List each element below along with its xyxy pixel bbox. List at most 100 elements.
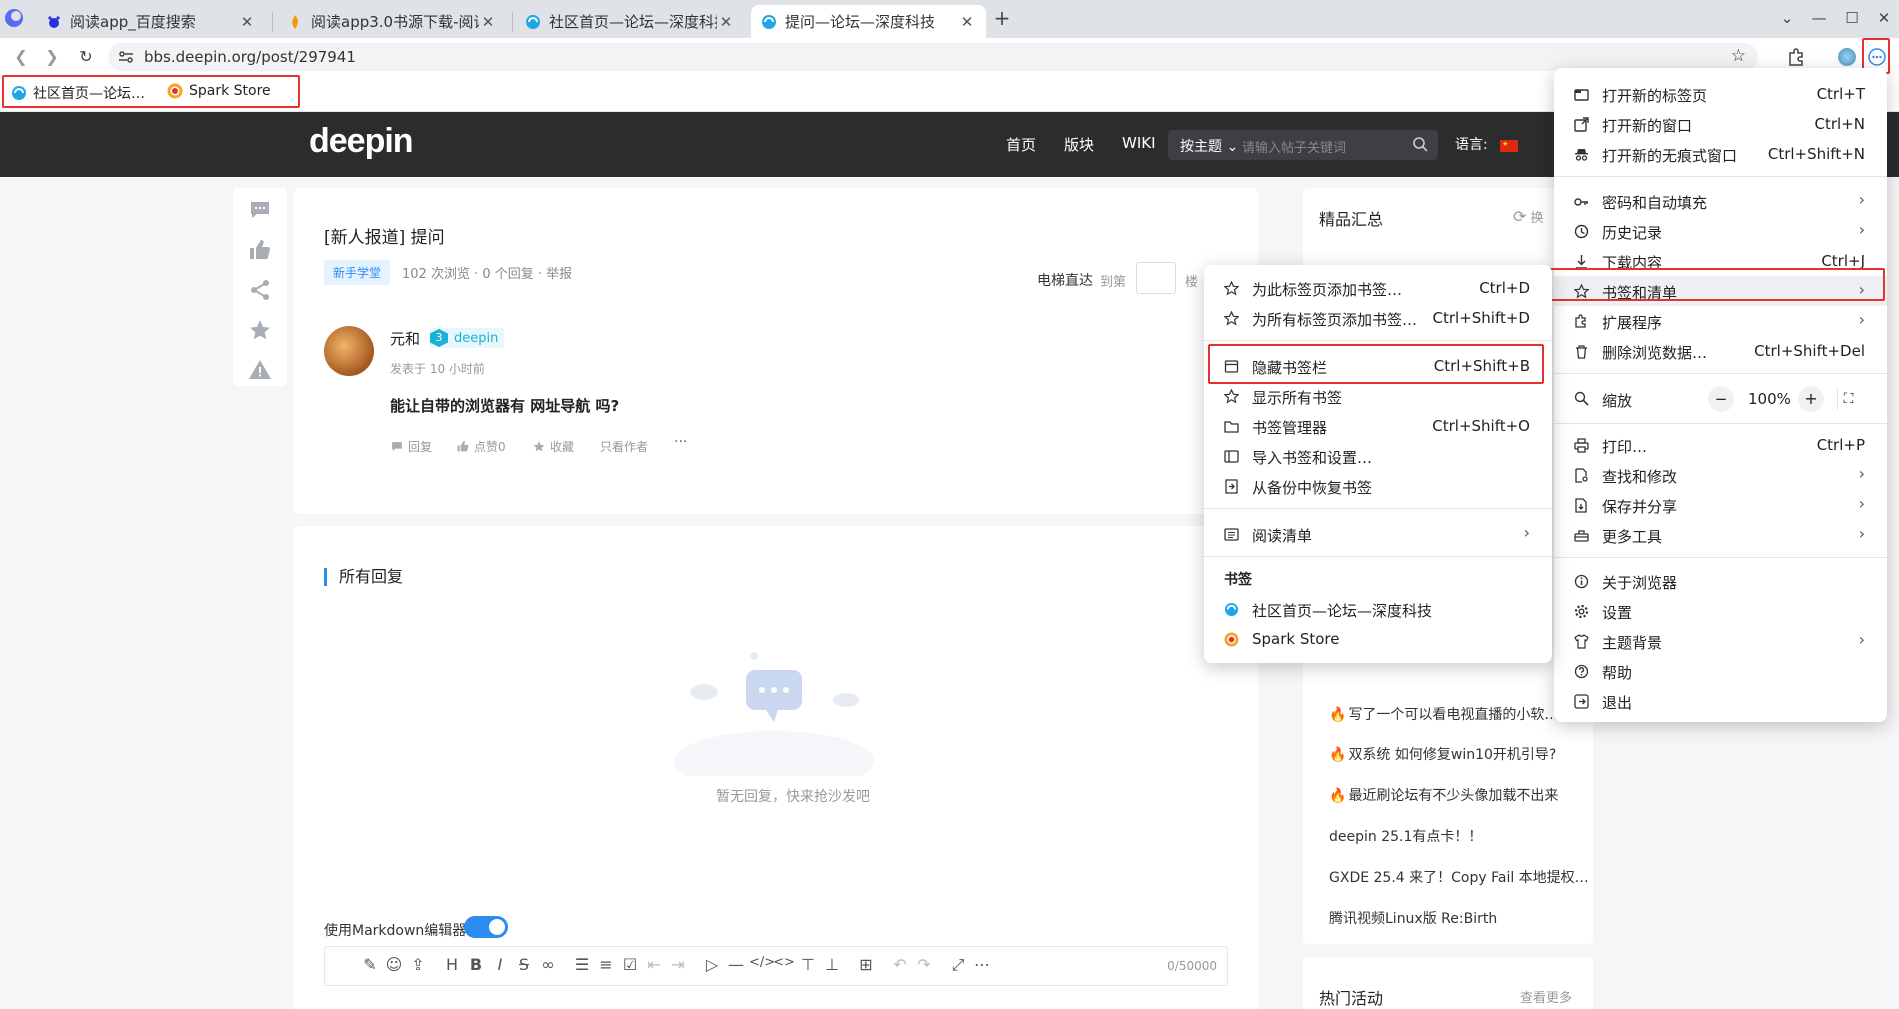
floor-input[interactable]: [1136, 262, 1176, 294]
submenu-item-bookmark-tab[interactable]: 为此标签页添加书签… Ctrl+D: [1204, 273, 1552, 303]
menu-item-save-share[interactable]: 保存并分享 ›: [1554, 490, 1887, 520]
window-close-button[interactable]: ✕: [1874, 8, 1894, 28]
report-warning-icon[interactable]: [248, 358, 272, 382]
menu-item-extensions[interactable]: 扩展程序 ›: [1554, 306, 1887, 336]
nav-home[interactable]: 首页: [1006, 134, 1036, 155]
comment-icon[interactable]: [248, 198, 272, 222]
edit-icon[interactable]: ✎: [359, 955, 381, 974]
address-bar[interactable]: bbs.deepin.org/post/297941 ☆: [108, 43, 1758, 71]
markdown-toggle[interactable]: [464, 916, 508, 938]
star-icon[interactable]: [248, 318, 272, 342]
bookmark-star-icon[interactable]: ☆: [1731, 46, 1746, 66]
submenu-item-bookmark-all-tabs[interactable]: 为所有标签页添加书签… Ctrl+Shift+D: [1204, 303, 1552, 333]
checklist-icon[interactable]: ☑: [619, 955, 641, 974]
strikethrough-icon[interactable]: S: [513, 955, 535, 974]
menu-item-new-window[interactable]: 打开新的窗口 Ctrl+N: [1554, 109, 1887, 139]
tab-deepin-post[interactable]: 提问—论坛—深度科技 ✕: [751, 5, 986, 38]
share-icon[interactable]: [248, 278, 272, 302]
search-icon[interactable]: [1412, 136, 1428, 152]
post-tag[interactable]: 新手学堂: [324, 260, 391, 285]
menu-item-settings[interactable]: 设置: [1554, 596, 1887, 626]
thumbs-up-icon[interactable]: [248, 238, 272, 262]
menu-item-incognito[interactable]: 打开新的无痕式窗口 Ctrl+Shift+N: [1554, 139, 1887, 169]
favorite-button[interactable]: 收藏: [532, 438, 574, 455]
extensions-icon[interactable]: [1787, 48, 1805, 66]
submenu-item-bookmark-manager[interactable]: 书签管理器 Ctrl+Shift+O: [1204, 411, 1552, 441]
menu-item-exit[interactable]: 退出: [1554, 686, 1887, 716]
redo-icon[interactable]: ↷: [913, 955, 935, 974]
maximize-button[interactable]: ☐: [1842, 8, 1862, 28]
author-only-button[interactable]: 只看作者: [600, 438, 648, 455]
hot-item[interactable]: GXDE 25.4 来了！Copy Fail 本地提权…: [1329, 867, 1591, 887]
table-icon[interactable]: ⊞: [855, 955, 877, 974]
hot-item[interactable]: 🔥最近刷论坛有不少头像加载不出来: [1329, 785, 1591, 805]
menu-item-print[interactable]: 打印… Ctrl+P: [1554, 430, 1887, 460]
nav-sections[interactable]: 版块: [1064, 134, 1094, 155]
tab-list-chevron-icon[interactable]: ⌄: [1777, 8, 1797, 28]
menu-item-theme[interactable]: 主题背景 ›: [1554, 626, 1887, 656]
site-info-icon[interactable]: [118, 50, 134, 64]
menu-item-find[interactable]: 查找和修改 ›: [1554, 460, 1887, 490]
menu-item-more-tools[interactable]: 更多工具 ›: [1554, 520, 1887, 550]
fullscreen-icon[interactable]: ⛶: [1837, 388, 1859, 410]
menu-item-clear-data[interactable]: 删除浏览数据… Ctrl+Shift+Del: [1554, 336, 1887, 366]
quote-icon[interactable]: ▷: [701, 955, 723, 974]
tab-reading-app[interactable]: 阅读app3.0书源下载-阅读 ✕: [277, 5, 507, 38]
menu-item-about[interactable]: 关于浏览器: [1554, 566, 1887, 596]
heading-icon[interactable]: H: [441, 955, 463, 974]
emoji-icon[interactable]: ☺: [383, 955, 405, 974]
indent-icon[interactable]: ⇥: [667, 955, 689, 974]
site-logo[interactable]: deepin: [309, 122, 414, 161]
site-search[interactable]: 按主题 ⌄ 请输入帖子关键词: [1168, 130, 1438, 160]
bold-icon[interactable]: B: [465, 955, 487, 974]
browser-logo-icon[interactable]: [4, 8, 24, 28]
minimize-button[interactable]: —: [1809, 8, 1829, 28]
upload-icon[interactable]: ⇪: [407, 955, 429, 974]
hot-item[interactable]: 🔥双系统 如何修复win10开机引导?: [1329, 744, 1591, 764]
outdent-icon[interactable]: ⇤: [643, 955, 665, 974]
submenu-bookmark-deepin[interactable]: 社区首页—论坛—深度科技: [1204, 594, 1552, 624]
menu-item-passwords[interactable]: 密码和自动填充 ›: [1554, 186, 1887, 216]
bullet-list-icon[interactable]: ☰: [571, 955, 593, 974]
close-icon[interactable]: ✕: [717, 13, 735, 31]
author-name[interactable]: 元和: [390, 328, 420, 349]
nav-wiki[interactable]: WIKI: [1122, 134, 1156, 152]
link-icon[interactable]: ∞: [537, 955, 559, 974]
tab-deepin-home[interactable]: 社区首页—论坛—深度科技 ✕: [515, 5, 745, 38]
submenu-item-reading-list[interactable]: 阅读清单 ›: [1204, 519, 1552, 549]
ordered-list-icon[interactable]: ≡: [595, 955, 617, 974]
close-icon[interactable]: ✕: [958, 13, 976, 31]
submenu-item-import[interactable]: 导入书签和设置…: [1204, 441, 1552, 471]
italic-icon[interactable]: I: [489, 955, 511, 974]
code-icon[interactable]: </>: [749, 955, 775, 970]
undo-icon[interactable]: ↶: [889, 955, 911, 974]
tab-baidu[interactable]: 阅读app_百度搜索 ✕: [36, 5, 266, 38]
submenu-item-restore[interactable]: 从备份中恢复书签: [1204, 471, 1552, 501]
menu-item-history[interactable]: 历史记录 ›: [1554, 216, 1887, 246]
hot-item[interactable]: 🔥写了一个可以看电视直播的小软…: [1329, 704, 1591, 724]
like-button[interactable]: 点赞0: [456, 438, 506, 455]
submenu-item-show-all-bookmarks[interactable]: 显示所有书签: [1204, 381, 1552, 411]
close-icon[interactable]: ✕: [238, 13, 256, 31]
menu-item-help[interactable]: 帮助: [1554, 656, 1887, 686]
insert-before-icon[interactable]: ⊤: [797, 955, 819, 974]
china-flag-icon[interactable]: [1500, 140, 1518, 152]
horizontal-rule-icon[interactable]: —: [725, 955, 747, 974]
more-icon[interactable]: ···: [674, 434, 687, 450]
zoom-in-button[interactable]: +: [1798, 386, 1824, 412]
new-tab-button[interactable]: +: [992, 8, 1012, 28]
reply-button[interactable]: 回复: [390, 438, 432, 455]
profile-avatar[interactable]: [1838, 48, 1856, 66]
fullscreen-icon[interactable]: ⤢: [947, 955, 969, 975]
close-icon[interactable]: ✕: [479, 13, 497, 31]
inline-code-icon[interactable]: <>: [773, 955, 795, 970]
refresh-button[interactable]: ⟳ 换: [1513, 207, 1544, 226]
more-icon[interactable]: ⋯: [971, 955, 993, 974]
author-avatar[interactable]: [324, 326, 374, 376]
menu-item-new-tab[interactable]: 打开新的标签页 Ctrl+T: [1554, 79, 1887, 109]
hot-item[interactable]: deepin 25.1有点卡！！: [1329, 826, 1591, 846]
forward-button[interactable]: ❯: [41, 46, 63, 68]
search-type-select[interactable]: 按主题 ⌄: [1180, 136, 1238, 156]
zoom-out-button[interactable]: −: [1708, 386, 1734, 412]
hot-item[interactable]: 腾讯视频Linux版 Re:Birth: [1329, 908, 1591, 928]
